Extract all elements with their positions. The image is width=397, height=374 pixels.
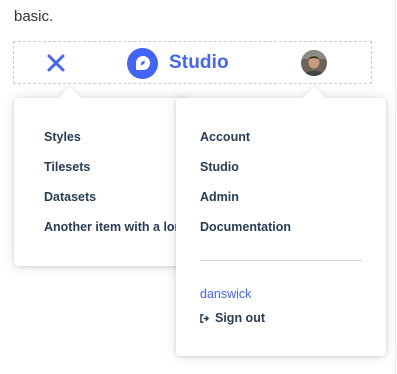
menu-item-tilesets[interactable]: Tilesets [44, 159, 90, 175]
menu-item-long-label[interactable]: Another item with a long label [44, 219, 190, 235]
close-icon [47, 54, 65, 72]
studio-brand-link[interactable]: Studio [127, 47, 229, 79]
account-menu-popover: Account Studio Admin Documentation dansw… [176, 86, 386, 356]
avatar-image [301, 50, 327, 76]
username-link[interactable]: danswick [200, 286, 251, 302]
menu-item-datasets[interactable]: Datasets [44, 189, 96, 205]
left-menu-popover: Styles Tilesets Datasets Another item wi… [14, 86, 190, 266]
sign-out-label: Sign out [215, 311, 265, 325]
close-button[interactable] [45, 52, 67, 74]
menu-item-studio[interactable]: Studio [200, 159, 239, 175]
menu-item-account[interactable]: Account [200, 129, 250, 145]
sign-out-icon [200, 313, 209, 323]
menu-item-styles[interactable]: Styles [44, 129, 81, 145]
menu-divider [200, 260, 362, 261]
menu-item-documentation[interactable]: Documentation [200, 219, 291, 235]
user-avatar[interactable] [301, 50, 327, 76]
brand-name: Studio [169, 52, 229, 73]
page-edge-rule [395, 0, 396, 374]
sign-out-button[interactable]: Sign out [200, 310, 265, 326]
studio-logo-icon [127, 47, 158, 79]
intro-text: basic. [14, 8, 54, 25]
menu-item-admin[interactable]: Admin [200, 189, 239, 205]
